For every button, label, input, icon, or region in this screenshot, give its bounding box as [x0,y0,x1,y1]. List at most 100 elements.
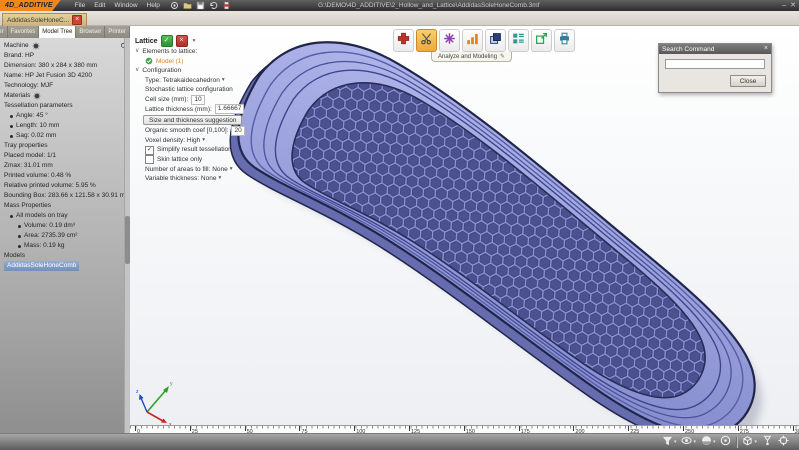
close-button[interactable]: ✕ [790,0,796,11]
ribbon-tab-analyze[interactable]: Analyze and Modeling ✎ [431,52,513,62]
view-cube-button[interactable]: ▾ [742,433,757,450]
tree-row[interactable]: Mass: 0.19 kg [4,241,128,251]
tree-row[interactable]: Bounding Box: 283.66 x 121.58 x 30.91 mm [4,191,128,201]
tree-row-label: Relative printed volume: 5.95 % [4,182,96,189]
filter-funnel-button[interactable]: ▾ [662,433,677,450]
undo-icon[interactable] [209,1,218,10]
tree-row-label: Sag: 0.02 mm [16,132,57,139]
tab-model-tree[interactable]: Model Tree [39,26,77,38]
share-arrow-icon [535,32,548,50]
tree-row[interactable]: Models [4,251,128,261]
document-tab[interactable]: AddidasSoleHoneC... × [2,13,88,26]
analysis-tool-button[interactable] [462,29,483,52]
tree-row-label: Mass Properties [4,202,51,209]
visibility-eye-button[interactable]: ▾ [681,433,696,450]
repair-tool-button[interactable] [393,29,414,52]
chevron-down-icon[interactable]: ▾ [754,439,757,445]
organic-smooth-input[interactable]: 20 [231,125,245,136]
ruler-tick [244,426,246,431]
lattice-tool-button[interactable] [439,29,460,52]
tree-row[interactable]: Tessellation parameters [4,101,128,111]
chevron-down-icon[interactable]: ▾ [713,439,716,445]
skin-lattice-checkbox[interactable] [145,155,154,165]
print-tool-button[interactable] [554,29,575,52]
tree-row[interactable]: Relative printed volume: 5.95 % [4,181,128,191]
thickness-input[interactable]: 1.66667 [214,104,245,115]
search-dialog-close-button[interactable]: Close [730,75,766,87]
tree-row[interactable]: Dimension: 380 x 284 x 380 mm [4,61,128,71]
gear-icon[interactable] [33,92,41,100]
gear-icon[interactable] [32,42,40,50]
menu-window[interactable]: Window [114,0,137,11]
collapse-icon[interactable]: ∨ [135,66,139,76]
tab-favorites[interactable]: Favorites [7,26,40,38]
window-controls: – ✕ [782,0,796,11]
save-icon[interactable] [196,1,205,10]
areas-to-fill-dropdown[interactable]: None [212,165,228,175]
open-folder-icon[interactable] [183,1,192,10]
tab-browser[interactable]: Browser [76,26,106,38]
chevron-down-icon[interactable]: ▾ [693,439,696,445]
tree-row[interactable]: Placed model: 1/1 [4,151,128,161]
copy-tool-button[interactable] [485,29,506,52]
tree-row[interactable]: Technology: MJF [4,81,128,91]
nesting-tool-button[interactable] [508,29,529,52]
tree-row[interactable]: Name: HP Jet Fusion 3D 4200 [4,71,128,81]
tree-row[interactable]: Mass Properties [4,201,128,211]
light-sphere-button[interactable] [720,433,731,450]
tree-row-label: Materials [4,92,31,99]
tree-row[interactable]: Volume: 0.19 dm³ [4,221,128,231]
tree-row[interactable]: AddidasSoleHoneComb [4,261,128,271]
minimize-button[interactable]: – [782,0,786,11]
voxel-density-label: Voxel density: [145,136,186,144]
type-dropdown[interactable]: Tetrakaidecahedron [163,76,220,86]
tree-row-label: Placed model: 1/1 [4,152,57,159]
cell-size-input[interactable]: 10 [191,94,205,105]
tree-row[interactable]: Sag: 0.02 mm [4,131,128,141]
menu-help[interactable]: Help [147,0,160,11]
settings-icon[interactable] [170,1,179,10]
printer-3d-button[interactable] [762,433,773,450]
chevron-down-icon[interactable]: ▾ [193,38,196,44]
tree-row[interactable]: Angle: 45 ° [4,111,128,121]
collapse-icon[interactable]: ∨ [135,47,139,57]
search-command-input[interactable] [665,59,765,69]
voxel-density-dropdown[interactable]: High [187,136,200,146]
menu-file[interactable]: File [75,0,85,11]
tree-row[interactable]: Zmax: 31.01 mm [4,161,128,171]
tree-row[interactable]: Printed volume: 0.48 % [4,171,128,181]
viewport-3d[interactable]: Lattice ✓ × ▾ ∨ Elements to lattice: Mode… [130,26,799,425]
ruler-tick [628,426,630,431]
shaded-sphere-button[interactable]: ▾ [701,433,716,450]
tree-row[interactable]: Area: 2735.39 cm² [4,231,128,241]
tree-row[interactable]: Machine [4,41,128,51]
lattice-model-item[interactable]: Model (1) [135,57,269,67]
simplify-checkbox[interactable]: ✓ [145,145,154,155]
search-dialog-titlebar[interactable]: Search Command × [659,44,771,54]
tree-row[interactable]: All models on tray [4,211,128,221]
close-tab-icon[interactable]: × [72,15,83,25]
variable-thickness-dropdown[interactable]: None [201,174,217,184]
menu-edit[interactable]: Edit [94,0,105,11]
apply-button[interactable]: ✓ [160,35,173,47]
export-tool-button[interactable] [531,29,552,52]
tree-row[interactable]: Tray properties [4,141,128,151]
tree-row-label: Length: 10 mm [16,122,60,129]
chevron-down-icon[interactable]: ▾ [674,439,677,445]
cut-tool-button[interactable] [416,29,437,52]
print-icon[interactable] [222,1,231,10]
tree-row[interactable]: Brand: HP [4,51,128,61]
tree-row[interactable]: Materials [4,91,128,101]
stochastic-config-link[interactable]: Stochastic lattice configuration [145,85,233,95]
tab-printer[interactable]: Printer [105,26,130,38]
search-dialog-close-icon[interactable]: × [764,44,768,54]
tab-explorer[interactable]: Explorer [0,26,8,38]
search-dialog-title: Search Command [662,45,715,53]
tree-row[interactable]: Length: 10 mm [4,121,128,131]
tree-row-label: Area: 2735.39 cm² [24,232,78,239]
cancel-button[interactable]: × [175,35,188,47]
tree-item-selected[interactable]: AddidasSoleHoneComb [4,261,80,271]
size-thickness-suggestion-button[interactable]: Size and thickness suggestion [143,115,243,126]
crosshair-target-button[interactable] [778,433,789,450]
elements-header: Elements to lattice: [142,48,198,55]
